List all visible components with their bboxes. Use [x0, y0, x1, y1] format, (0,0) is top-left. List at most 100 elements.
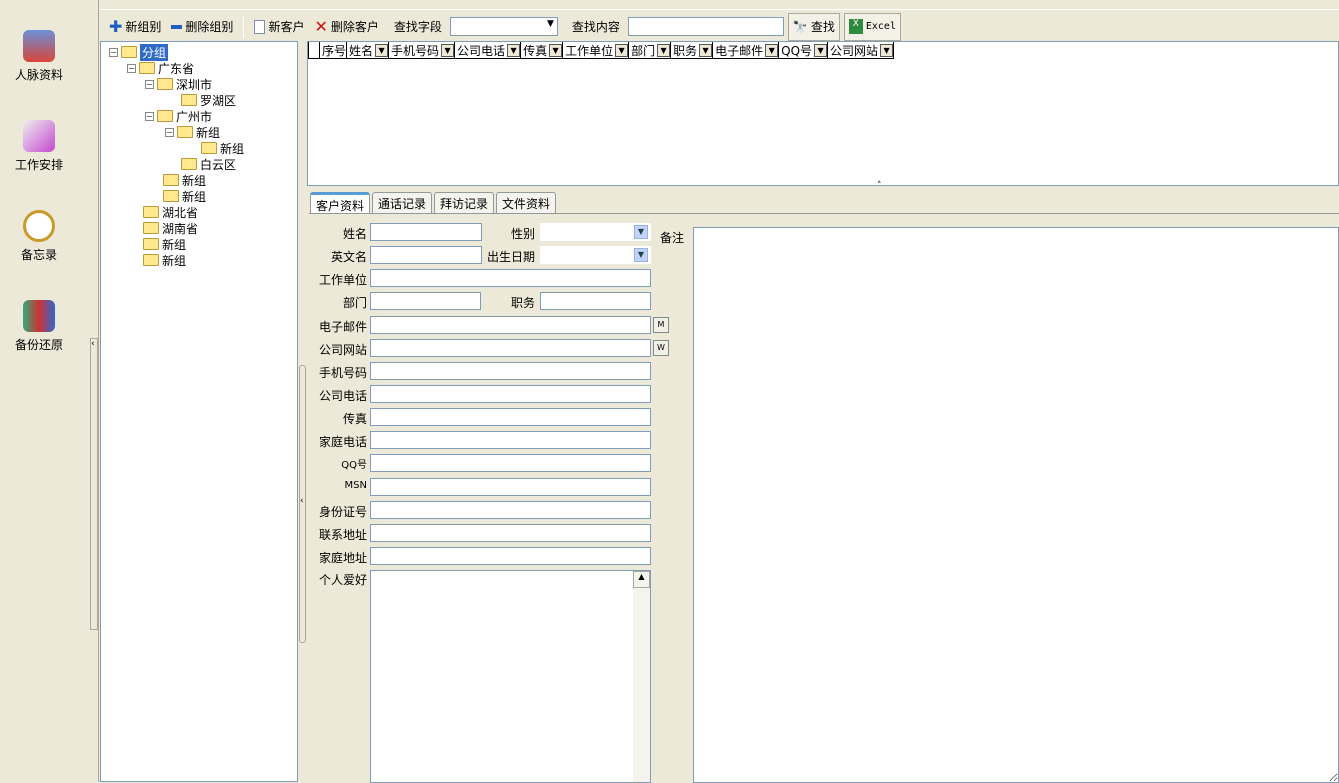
tree-node[interactable]: 新组: [163, 188, 206, 204]
column-label: 传真: [523, 43, 548, 58]
folder-icon: [143, 254, 159, 266]
column-header[interactable]: 传真 ▼: [521, 42, 564, 58]
tree-node[interactable]: 湖北省: [143, 204, 198, 220]
chevron-up-icon: ˄: [877, 181, 882, 191]
tree-node[interactable]: − 分组: [109, 43, 169, 61]
folder-open-icon: [121, 46, 137, 58]
delete-customer-button[interactable]: ✕ 删除客户: [311, 15, 381, 38]
dropdown-icon[interactable]: ▼: [699, 43, 713, 57]
column-header[interactable]: 公司网站 ▼: [828, 42, 895, 58]
tree-node[interactable]: − 广东省: [127, 60, 194, 76]
horizontal-splitter[interactable]: ˄: [307, 181, 1339, 191]
tree-node[interactable]: 湖南省: [143, 220, 198, 236]
msn-input[interactable]: [370, 478, 651, 496]
email-input[interactable]: [370, 316, 651, 334]
tab-call-records[interactable]: 通话记录: [372, 192, 433, 213]
dropdown-icon[interactable]: ▼: [880, 43, 894, 57]
schedule-icon: [23, 120, 55, 152]
column-header[interactable]: 电子邮件 ▼: [713, 42, 780, 58]
search-button-label: 查找: [810, 20, 835, 34]
tab-visit-records[interactable]: 拜访记录: [434, 192, 495, 213]
home-address-input[interactable]: [370, 547, 651, 565]
dropdown-icon[interactable]: ▼: [507, 43, 521, 57]
folder-icon: [143, 238, 159, 250]
company-phone-input[interactable]: [370, 385, 651, 403]
new-group-button[interactable]: ✚ 新组别: [106, 15, 164, 38]
column-header[interactable]: 姓名 ▼: [347, 42, 390, 58]
gender-select[interactable]: ▼: [540, 223, 651, 241]
search-content-input[interactable]: [627, 17, 784, 36]
column-header[interactable]: 职务 ▼: [671, 42, 714, 58]
mobile-input[interactable]: [370, 362, 651, 380]
qq-input[interactable]: [370, 454, 651, 472]
tab-files[interactable]: 文件资料: [496, 192, 557, 213]
website-input[interactable]: [370, 339, 651, 357]
dropdown-icon[interactable]: ▼: [657, 43, 671, 57]
nav-schedule[interactable]: 工作安排: [0, 120, 78, 173]
new-customer-button[interactable]: 新客户: [251, 16, 307, 37]
dropdown-icon[interactable]: ▼: [615, 43, 629, 57]
dropdown-icon[interactable]: ▼: [765, 43, 779, 57]
group-tree[interactable]: − 分组 − 广东省 − 深圳市 罗湖区 − 广州市 − 新组 新组 白云区 新组 新组 …: [100, 41, 298, 782]
folder-icon: [143, 222, 159, 234]
send-mail-button[interactable]: M: [653, 317, 669, 333]
column-header[interactable]: 序号: [320, 42, 348, 58]
tree-node[interactable]: − 新组: [165, 124, 220, 140]
search-field-label: 查找字段: [393, 20, 442, 34]
name-input[interactable]: [370, 223, 482, 241]
search-button[interactable]: 🔭 查找: [787, 12, 840, 41]
tree-collapse-handle[interactable]: ‹: [299, 365, 306, 643]
english-name-input[interactable]: [370, 246, 482, 264]
column-header[interactable]: 公司电话 ▼: [455, 42, 522, 58]
folder-icon: [143, 206, 159, 218]
excel-export-button[interactable]: X Excel: [843, 12, 901, 41]
search-field-select[interactable]: ▼: [449, 17, 558, 36]
column-header[interactable]: 部门 ▼: [629, 42, 672, 58]
tree-node[interactable]: 新组: [143, 236, 186, 252]
column-header[interactable]: 手机号码 ▼: [389, 42, 456, 58]
folder-icon: [139, 62, 155, 74]
tab-customer-info[interactable]: 客户资料: [310, 192, 371, 213]
tab-label: 拜访记录: [440, 197, 489, 211]
column-label: 部门: [631, 43, 656, 58]
department-input[interactable]: [370, 292, 481, 310]
tree-node[interactable]: 新组: [163, 172, 206, 188]
folder-icon: [181, 94, 197, 106]
nav-backup[interactable]: 备份还原: [0, 300, 78, 353]
tree-node[interactable]: − 深圳市: [145, 76, 212, 92]
customer-grid[interactable]: 序号 姓名 ▼ 手机号码 ▼ 公司电话 ▼ 传真 ▼ 工作单位 ▼ 部门 ▼ 职务 ▼ 电子邮…: [307, 41, 1339, 186]
detail-tabs: 客户资料 通话记录 拜访记录 文件资料: [310, 192, 558, 213]
dropdown-icon[interactable]: ▼: [549, 43, 563, 57]
scroll-up-icon[interactable]: ▲: [633, 571, 650, 588]
scrollbar[interactable]: ▲: [633, 571, 650, 782]
open-website-button[interactable]: W: [653, 340, 669, 356]
dropdown-icon[interactable]: ▼: [814, 43, 828, 57]
dropdown-icon[interactable]: ▼: [375, 43, 389, 57]
tree-node[interactable]: 白云区: [181, 156, 236, 172]
column-header[interactable]: QQ号 ▼: [779, 42, 829, 58]
home-address-label: 家庭地址: [318, 551, 367, 565]
id-number-input[interactable]: [370, 501, 651, 519]
dropdown-icon[interactable]: ▼: [441, 43, 455, 57]
column-label: 姓名: [349, 43, 374, 58]
tree-node[interactable]: 新组: [201, 140, 244, 156]
notes-textarea[interactable]: [693, 227, 1339, 783]
collapse-icon: −: [109, 47, 118, 57]
tree-node[interactable]: 罗湖区: [181, 92, 236, 108]
nav-contacts[interactable]: 人脉资料: [0, 30, 78, 83]
home-phone-input[interactable]: [370, 431, 651, 449]
position-input[interactable]: [540, 292, 651, 310]
search-content-label: 查找内容: [571, 20, 620, 34]
tree-node[interactable]: − 广州市: [145, 108, 212, 124]
sidebar-collapse-handle[interactable]: ‹: [90, 338, 98, 630]
birthday-picker[interactable]: ▼: [540, 246, 651, 264]
column-header[interactable]: 工作单位 ▼: [563, 42, 630, 58]
delete-group-button[interactable]: 删除组别: [168, 16, 236, 37]
tree-node[interactable]: 新组: [143, 252, 186, 268]
fax-input[interactable]: [370, 408, 651, 426]
hobby-textarea[interactable]: ▲: [370, 570, 651, 783]
address-input[interactable]: [370, 524, 651, 542]
nav-memo[interactable]: 备忘录: [0, 210, 78, 263]
grid-header: 序号 姓名 ▼ 手机号码 ▼ 公司电话 ▼ 传真 ▼ 工作单位 ▼ 部门 ▼ 职务 ▼ 电子邮…: [308, 42, 895, 59]
company-input[interactable]: [370, 269, 651, 287]
